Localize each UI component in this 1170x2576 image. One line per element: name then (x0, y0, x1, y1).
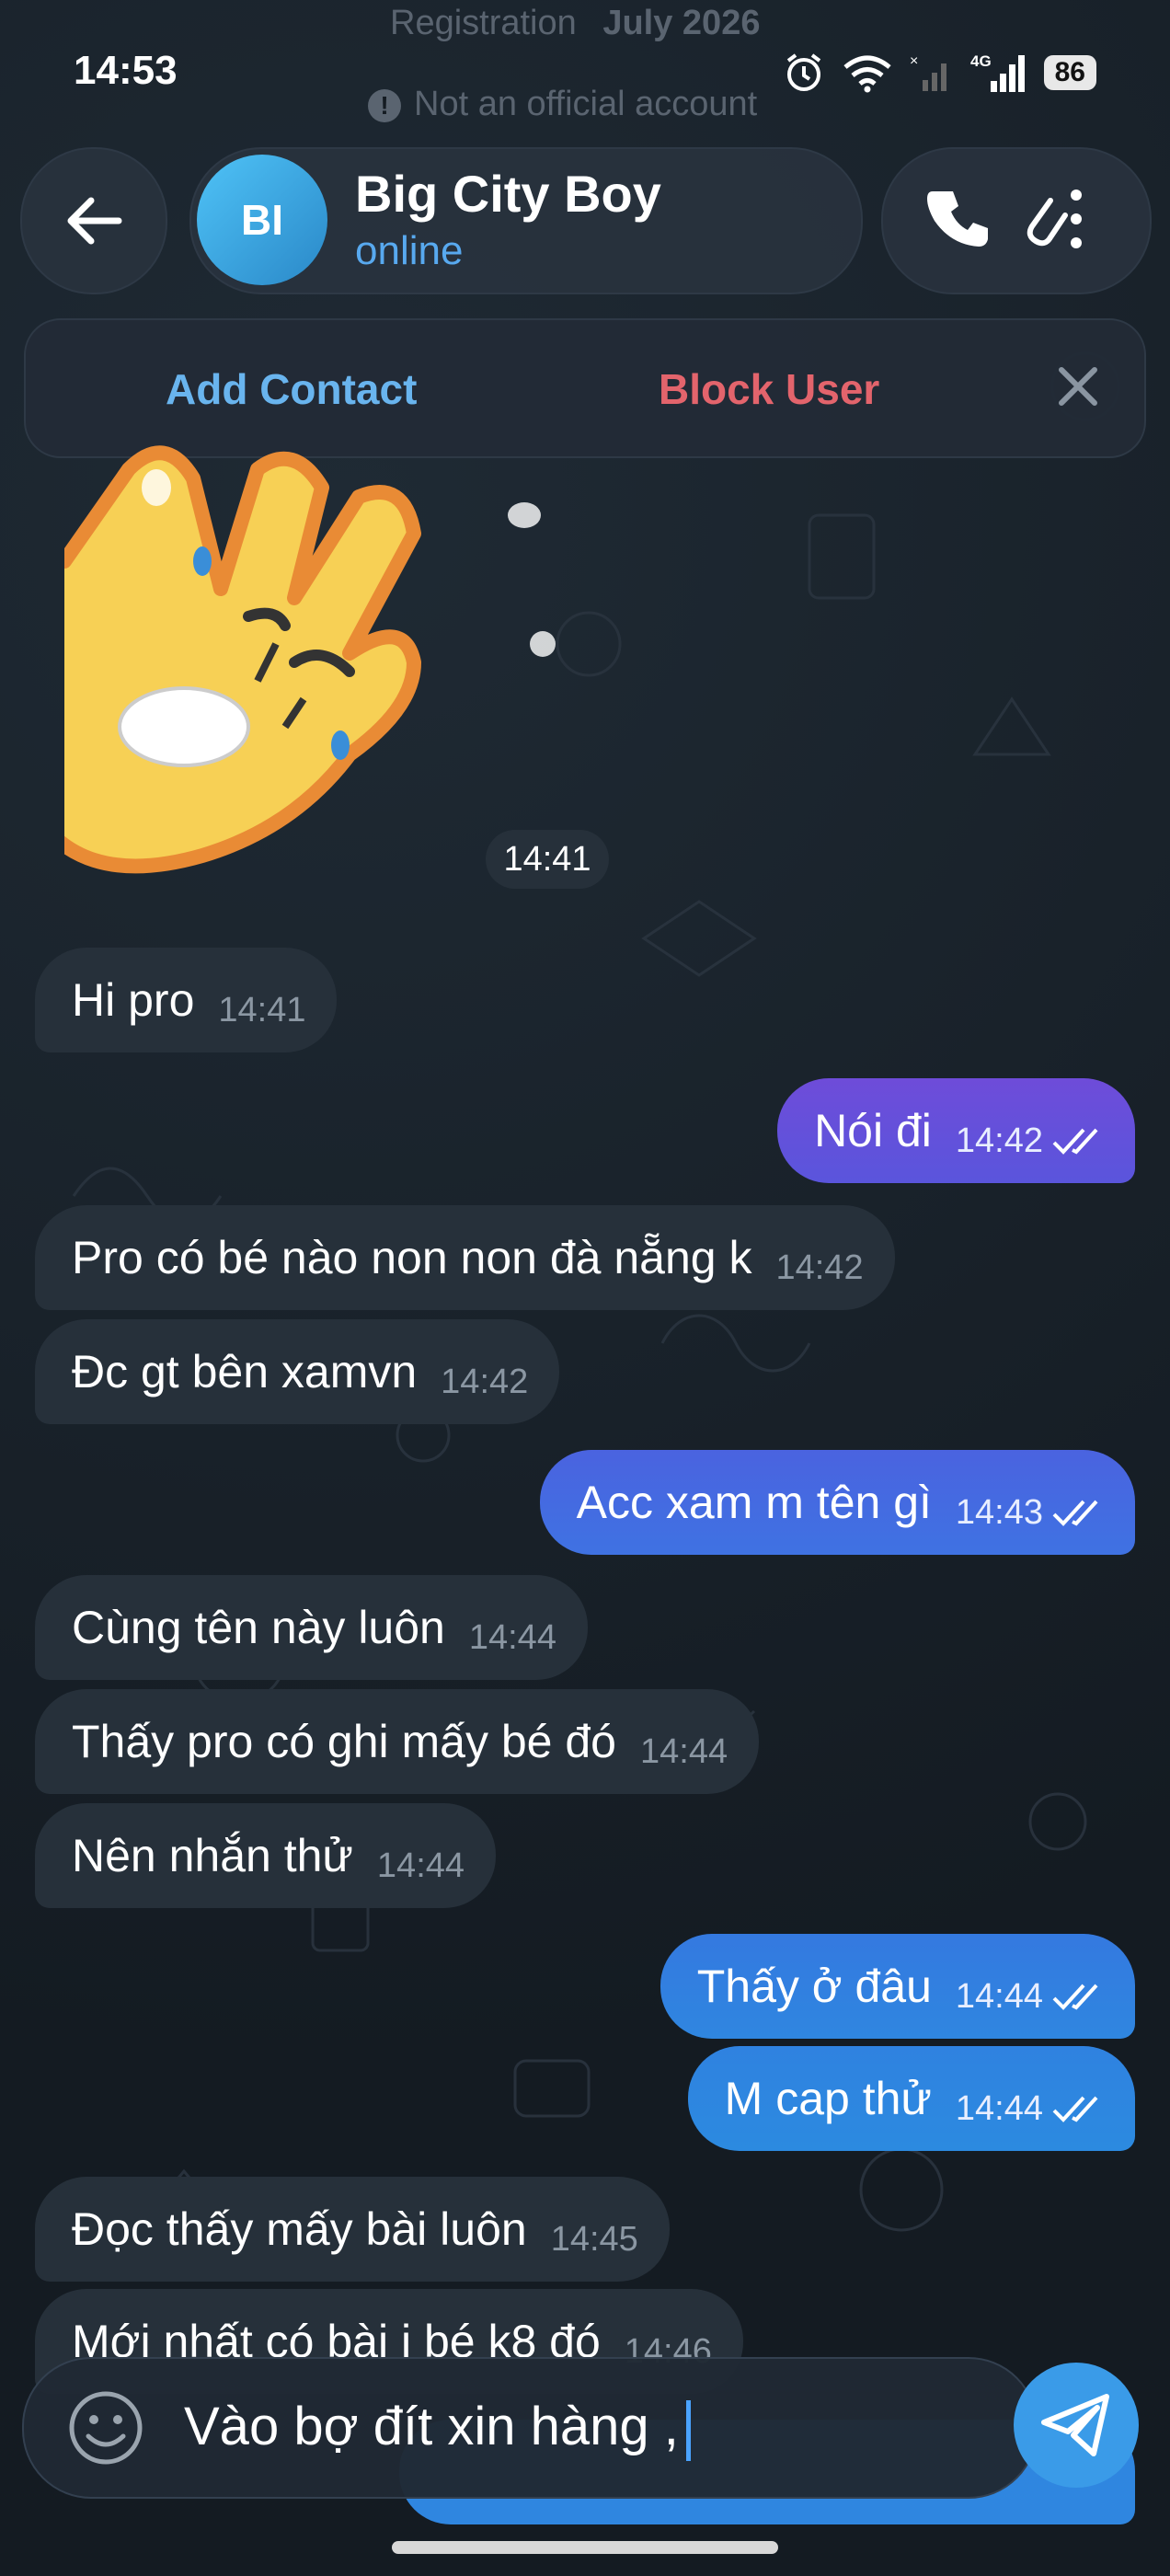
sticker-time: 14:41 (486, 830, 609, 889)
send-button[interactable] (1014, 2363, 1139, 2488)
contact-status: online (355, 228, 464, 273)
sticker-hand-facepalm[interactable] (64, 432, 616, 874)
message-text: Thấy pro có ghi mấy bé đó (72, 1716, 616, 1767)
alarm-icon (786, 53, 820, 91)
message-text: Nên nhắn thử (72, 1830, 353, 1881)
message-bubble-incoming[interactable]: Đc gt bên xamvn 14:42 (35, 1319, 560, 1424)
message-text: Hi pro (72, 974, 195, 1026)
message-time: 14:42 (775, 1248, 864, 1287)
send-icon (1041, 2394, 1109, 2456)
message-bubble-incoming[interactable]: Pro có bé nào non non đà nẵng k 14:42 (35, 1205, 895, 1310)
add-contact-button[interactable]: Add Contact (166, 364, 417, 414)
status-bar: 14:53 × 4G 86 (0, 0, 1170, 147)
status-icons: × 4G 86 (783, 52, 1096, 94)
phone-icon[interactable] (925, 186, 993, 254)
message-input[interactable]: Vào bợ đít xin hàng , (184, 2396, 691, 2461)
message-time: 14:44 (955, 1976, 1043, 2016)
signal-icon-4g: 4G (970, 52, 1025, 92)
message-text: Acc xam m tên gì (576, 1477, 932, 1528)
avatar[interactable]: BI (197, 155, 327, 285)
message-text: Đc gt bên xamvn (72, 1346, 418, 1397)
chat-title[interactable]: BI Big City Boy online (189, 147, 863, 294)
contact-name: Big City Boy (355, 165, 661, 223)
home-indicator[interactable] (392, 2541, 778, 2554)
read-ticks-icon (1052, 1128, 1098, 1155)
message-time: 14:42 (955, 1121, 1043, 1160)
message-bubble-incoming[interactable]: Thấy pro có ghi mấy bé đó 14:44 (35, 1689, 760, 1794)
message-time: 14:41 (218, 990, 306, 1029)
message-time: 14:44 (468, 1617, 556, 1657)
status-time: 14:53 (74, 48, 178, 93)
signal-icon-sim1: × (910, 53, 946, 91)
message-time: 14:44 (376, 1846, 465, 1885)
block-user-button[interactable]: Block User (659, 364, 879, 414)
attach-more-icon[interactable] (1023, 184, 1089, 256)
wifi-icon (843, 55, 891, 93)
network-type: 4G (970, 52, 992, 70)
message-bubble-outgoing[interactable]: Thấy ở đâu 14:44 (660, 1934, 1135, 2039)
message-bubble-outgoing[interactable]: M cap thử 14:44 (687, 2046, 1135, 2151)
read-ticks-icon (1052, 1500, 1098, 1526)
message-text: Thấy ở đâu (696, 1961, 932, 2012)
header-actions (881, 147, 1152, 294)
message-bubble-incoming[interactable]: Hi pro 14:41 (35, 948, 338, 1052)
message-text: Nói đi (814, 1105, 932, 1156)
message-bubble-incoming[interactable]: Nên nhắn thử 14:44 (35, 1803, 497, 1908)
message-text: M cap thử (724, 2073, 932, 2124)
message-input-bar[interactable]: Vào bợ đít xin hàng , (22, 2357, 1038, 2499)
read-ticks-icon (1052, 1984, 1098, 2010)
back-arrow-icon (67, 197, 122, 245)
battery-level: 86 (1043, 55, 1096, 90)
message-input-value: Vào bợ đít xin hàng , (184, 2397, 679, 2456)
text-caret (685, 2399, 691, 2461)
close-icon[interactable] (1049, 357, 1107, 416)
message-text: Pro có bé nào non non đà nẵng k (72, 1232, 752, 1283)
message-time: 14:44 (955, 2088, 1043, 2128)
message-time: 14:42 (441, 1362, 529, 1401)
svg-text:×: × (910, 53, 918, 69)
message-bubble-incoming[interactable]: Cùng tên này luôn 14:44 (35, 1575, 588, 1680)
read-ticks-icon (1052, 2096, 1098, 2122)
message-time: 14:43 (955, 1492, 1043, 1532)
message-time: 14:45 (550, 2219, 638, 2259)
message-text: Đọc thấy mấy bài luôn (72, 2203, 527, 2255)
message-text: Cùng tên này luôn (72, 1602, 445, 1653)
emoji-icon[interactable] (66, 2388, 145, 2467)
message-bubble-outgoing[interactable]: Nói đi 14:42 (777, 1078, 1135, 1183)
message-time: 14:44 (640, 1731, 728, 1771)
message-bubble-incoming[interactable]: Đọc thấy mấy bài luôn 14:45 (35, 2177, 670, 2282)
message-bubble-outgoing[interactable]: Acc xam m tên gì 14:43 (539, 1450, 1135, 1555)
back-button[interactable] (20, 147, 167, 294)
